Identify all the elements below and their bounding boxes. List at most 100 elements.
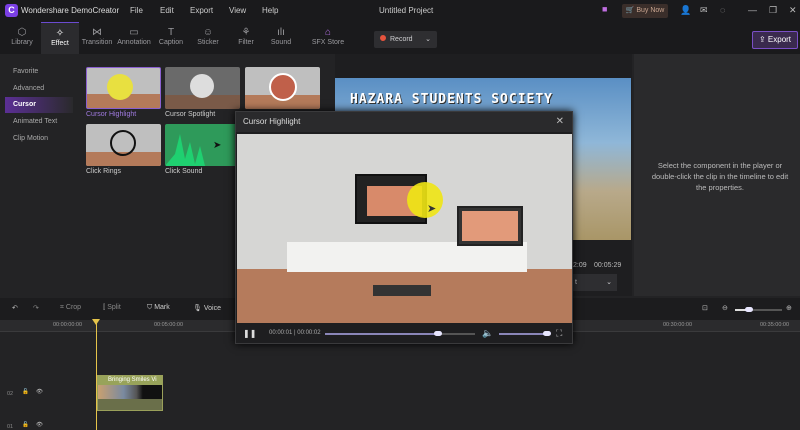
sidebar-item-favorite[interactable]: Favorite	[5, 64, 73, 80]
redo-icon[interactable]: ↷	[33, 304, 39, 312]
zoom-knob[interactable]	[745, 307, 754, 312]
voice-button[interactable]: 🎙 Voice	[193, 304, 221, 312]
app-name: Wondershare DemoCreator	[21, 6, 120, 15]
eye-icon[interactable]: 👁	[36, 389, 43, 395]
sidebar-item-advanced[interactable]: Advanced	[5, 81, 73, 97]
voice-label: Voice	[203, 305, 221, 312]
crop-button[interactable]: ⌗ Crop	[60, 304, 81, 312]
tab-sound[interactable]: ılı Sound	[262, 22, 300, 54]
ruler-label: 00:35:00:00	[760, 322, 790, 328]
transition-icon: ⋈	[92, 27, 102, 38]
menu-help[interactable]: Help	[262, 6, 278, 15]
restore-icon[interactable]: ❐	[769, 5, 777, 16]
export-label: Export	[767, 35, 792, 44]
magnifier-circle	[269, 73, 297, 101]
dialog-controls: ❚❚ 00:00:01 | 00:00:02 🔈 ⛶	[236, 324, 572, 344]
waveform-icon	[165, 134, 205, 166]
playback-time: 00:00:01 | 00:00:02	[269, 330, 321, 336]
zoom-in-icon[interactable]: ⊕	[786, 304, 792, 312]
menu-view[interactable]: View	[229, 6, 246, 15]
lock-icon[interactable]: 🔓	[22, 389, 29, 395]
menu-file[interactable]: File	[130, 6, 143, 15]
effect-label: Cursor Spotlight	[165, 111, 216, 118]
tab-caption[interactable]: T Caption	[152, 22, 190, 54]
timeline-clip[interactable]: Bringing Smiles Vi	[97, 375, 163, 411]
record-dropdown[interactable]: Record ⌄	[374, 31, 437, 48]
tab-label: Caption	[158, 39, 184, 46]
undo-icon[interactable]: ↶	[12, 304, 18, 312]
volume-slider[interactable]	[499, 331, 551, 336]
volume-icon[interactable]: 🔈	[482, 328, 493, 339]
title-bar: C Wondershare DemoCreator File Edit Expo…	[0, 0, 800, 22]
tab-sfx-store[interactable]: ⌂ SFX Store	[308, 22, 348, 54]
cart-icon: 🛒	[625, 7, 635, 14]
effect-click-sound[interactable]: ➤	[165, 124, 240, 166]
export-button[interactable]: ⇪ Export	[752, 31, 798, 49]
eye-icon[interactable]: 👁	[36, 422, 43, 428]
cube-icon: ⬡	[17, 27, 27, 38]
tab-effect[interactable]: ✧ Effect	[41, 22, 79, 54]
tab-filter[interactable]: ⚘ Filter	[227, 22, 265, 54]
sidebar-item-clip-motion[interactable]: Clip Motion	[5, 131, 73, 147]
account-icon[interactable]: 👤	[680, 5, 691, 16]
cursor-icon: ➤	[213, 140, 222, 151]
magic-wand-icon: ✧	[55, 28, 65, 39]
sidebar-item-animated-text[interactable]: Animated Text	[5, 114, 73, 130]
filter-icon: ⚘	[241, 27, 251, 38]
minimize-icon[interactable]: —	[748, 5, 757, 15]
laptop-screen	[462, 211, 518, 241]
dropdown-value: t	[575, 279, 577, 286]
tab-sticker[interactable]: ☺ Sticker	[189, 22, 227, 54]
tab-label: Sound	[270, 39, 292, 46]
keyboard	[373, 285, 431, 296]
split-button[interactable]: ⫿ Split	[103, 304, 121, 312]
lock-icon[interactable]: 🔓	[22, 422, 29, 428]
playhead-handle[interactable]	[92, 319, 100, 325]
pause-icon[interactable]: ❚❚	[243, 329, 256, 338]
tab-label: SFX Store	[311, 39, 345, 46]
fit-icon[interactable]: ⊡	[702, 304, 708, 312]
playhead[interactable]	[96, 320, 97, 430]
cursor-icon: ➤	[427, 203, 437, 215]
mark-button[interactable]: ⛉ Mark	[147, 304, 170, 312]
ruler-label: 00:30:00:00	[663, 322, 693, 328]
timeline-zoom-slider[interactable]	[735, 307, 782, 312]
total-time: 00:05:29	[594, 262, 622, 269]
record-label: Record	[390, 36, 413, 43]
menu-export[interactable]: Export	[190, 6, 213, 15]
menu-edit[interactable]: Edit	[160, 6, 174, 15]
dialog-video[interactable]: ➤	[237, 134, 572, 323]
fullscreen-icon[interactable]: ⛶	[556, 328, 562, 339]
tab-transition[interactable]: ⋈ Transition	[78, 22, 116, 54]
caption-icon: T	[167, 27, 175, 38]
buy-now-label: Buy Now	[636, 7, 665, 14]
ring-circle	[110, 130, 136, 156]
tab-annotation[interactable]: ▭ Annotation	[115, 22, 153, 54]
crop-label: Crop	[65, 304, 82, 311]
effect-cursor-spotlight[interactable]	[165, 67, 240, 109]
track-number: 02	[7, 391, 14, 397]
effect-cursor-highlight[interactable]	[86, 67, 161, 109]
preview-dropdown[interactable]: t ⌄	[573, 274, 617, 291]
volume-knob[interactable]	[542, 331, 551, 336]
tab-label: Sticker	[197, 39, 219, 46]
sidebar-item-cursor[interactable]: Cursor	[5, 97, 73, 113]
tab-label: Transition	[81, 39, 113, 46]
tab-label: Filter	[238, 39, 254, 46]
close-icon[interactable]: ✕	[556, 112, 564, 132]
effect-label: Click Rings	[86, 168, 122, 175]
buy-now-button[interactable]: 🛒 Buy Now	[622, 4, 668, 18]
zoom-out-icon[interactable]: ⊖	[722, 304, 728, 312]
gift-icon[interactable]: ■	[602, 4, 607, 14]
support-icon[interactable]: ◌	[720, 5, 725, 15]
effect-cursor-magnifier[interactable]	[245, 67, 320, 109]
progress-slider[interactable]	[325, 331, 475, 336]
sound-icon: ılı	[277, 27, 285, 38]
effect-preview-dialog: Cursor Highlight ✕ ➤ ❚❚ 00:00:01 | 00:00:…	[235, 111, 573, 344]
mail-icon[interactable]: ✉	[700, 5, 708, 16]
tab-library[interactable]: ⬡ Library	[3, 22, 41, 54]
effect-click-rings[interactable]	[86, 124, 161, 166]
progress-knob[interactable]	[433, 331, 442, 336]
record-dot-icon	[380, 35, 386, 41]
close-icon[interactable]: ✕	[789, 5, 797, 16]
